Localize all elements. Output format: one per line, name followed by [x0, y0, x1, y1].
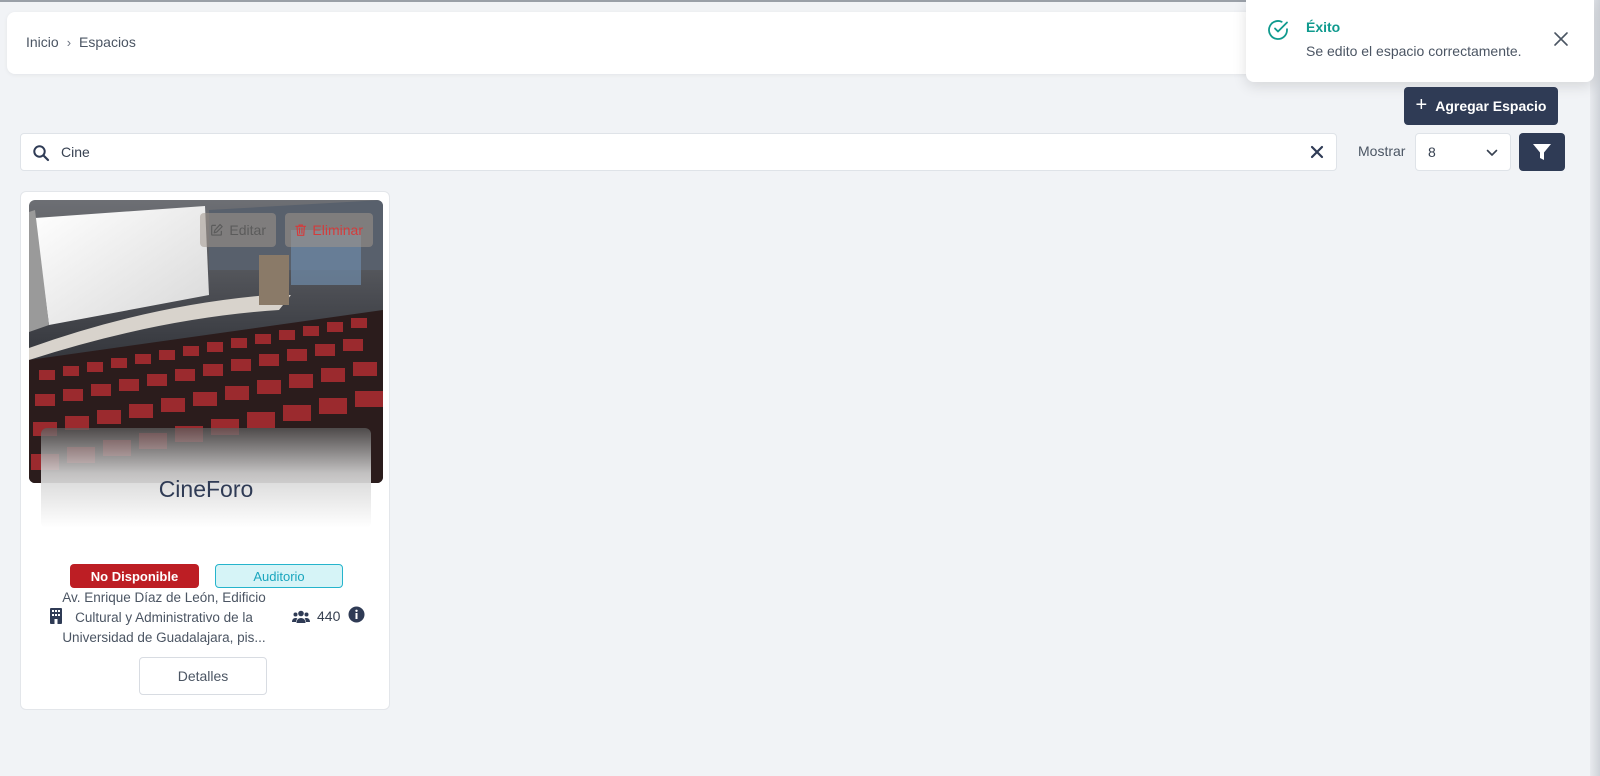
show-label: Mostrar: [1358, 143, 1406, 159]
type-badge: Auditorio: [215, 564, 343, 588]
close-icon[interactable]: [1552, 30, 1570, 48]
success-toast: Éxito Se edito el espacio correctamente.: [1246, 0, 1594, 82]
filter-button[interactable]: [1519, 133, 1565, 171]
search-value: Cine: [61, 144, 90, 160]
breadcrumb-separator: ›: [66, 34, 72, 50]
page-size-value: 8: [1428, 144, 1436, 160]
status-badge: No Disponible: [70, 564, 199, 588]
space-card: Editar Eliminar CineForo No Disponible A…: [20, 191, 390, 710]
add-space-label: Agregar Espacio: [1435, 98, 1547, 114]
breadcrumb: Inicio › Espacios: [26, 34, 136, 50]
edit-button[interactable]: Editar: [200, 213, 276, 247]
edit-label: Editar: [229, 222, 266, 238]
toast-title: Éxito: [1306, 19, 1341, 35]
filter-icon: [1533, 144, 1551, 160]
delete-label: Eliminar: [312, 222, 363, 238]
address-line: Universidad de Guadalajara, pis...: [62, 630, 266, 645]
space-name: CineForo: [158, 476, 254, 502]
clear-search-icon[interactable]: [1310, 145, 1324, 159]
trash-icon: [295, 224, 307, 236]
edit-icon: [211, 223, 223, 236]
address-line: Av. Enrique Díaz de León, Edificio: [62, 590, 266, 605]
capacity-value: 440: [317, 608, 341, 624]
users-icon: [292, 610, 310, 623]
delete-button[interactable]: Eliminar: [285, 213, 373, 247]
info-icon[interactable]: [348, 606, 365, 623]
check-circle-icon: [1268, 20, 1288, 40]
address: Av. Enrique Díaz de León, Edificio Cultu…: [57, 588, 271, 648]
add-space-button[interactable]: + Agregar Espacio: [1404, 87, 1558, 125]
search-icon: [33, 145, 50, 162]
breadcrumb-current: Espacios: [79, 34, 136, 50]
plus-icon: +: [1415, 94, 1428, 116]
address-line: Cultural y Administrativo de la: [75, 610, 253, 625]
window-edge: [1590, 0, 1600, 776]
details-button[interactable]: Detalles: [139, 657, 267, 695]
breadcrumb-home[interactable]: Inicio: [26, 34, 59, 50]
page-size-select[interactable]: 8: [1415, 133, 1511, 171]
chevron-down-icon: [1486, 149, 1498, 156]
search-input[interactable]: Cine: [20, 133, 1337, 171]
toast-message: Se edito el espacio correctamente.: [1306, 43, 1522, 59]
